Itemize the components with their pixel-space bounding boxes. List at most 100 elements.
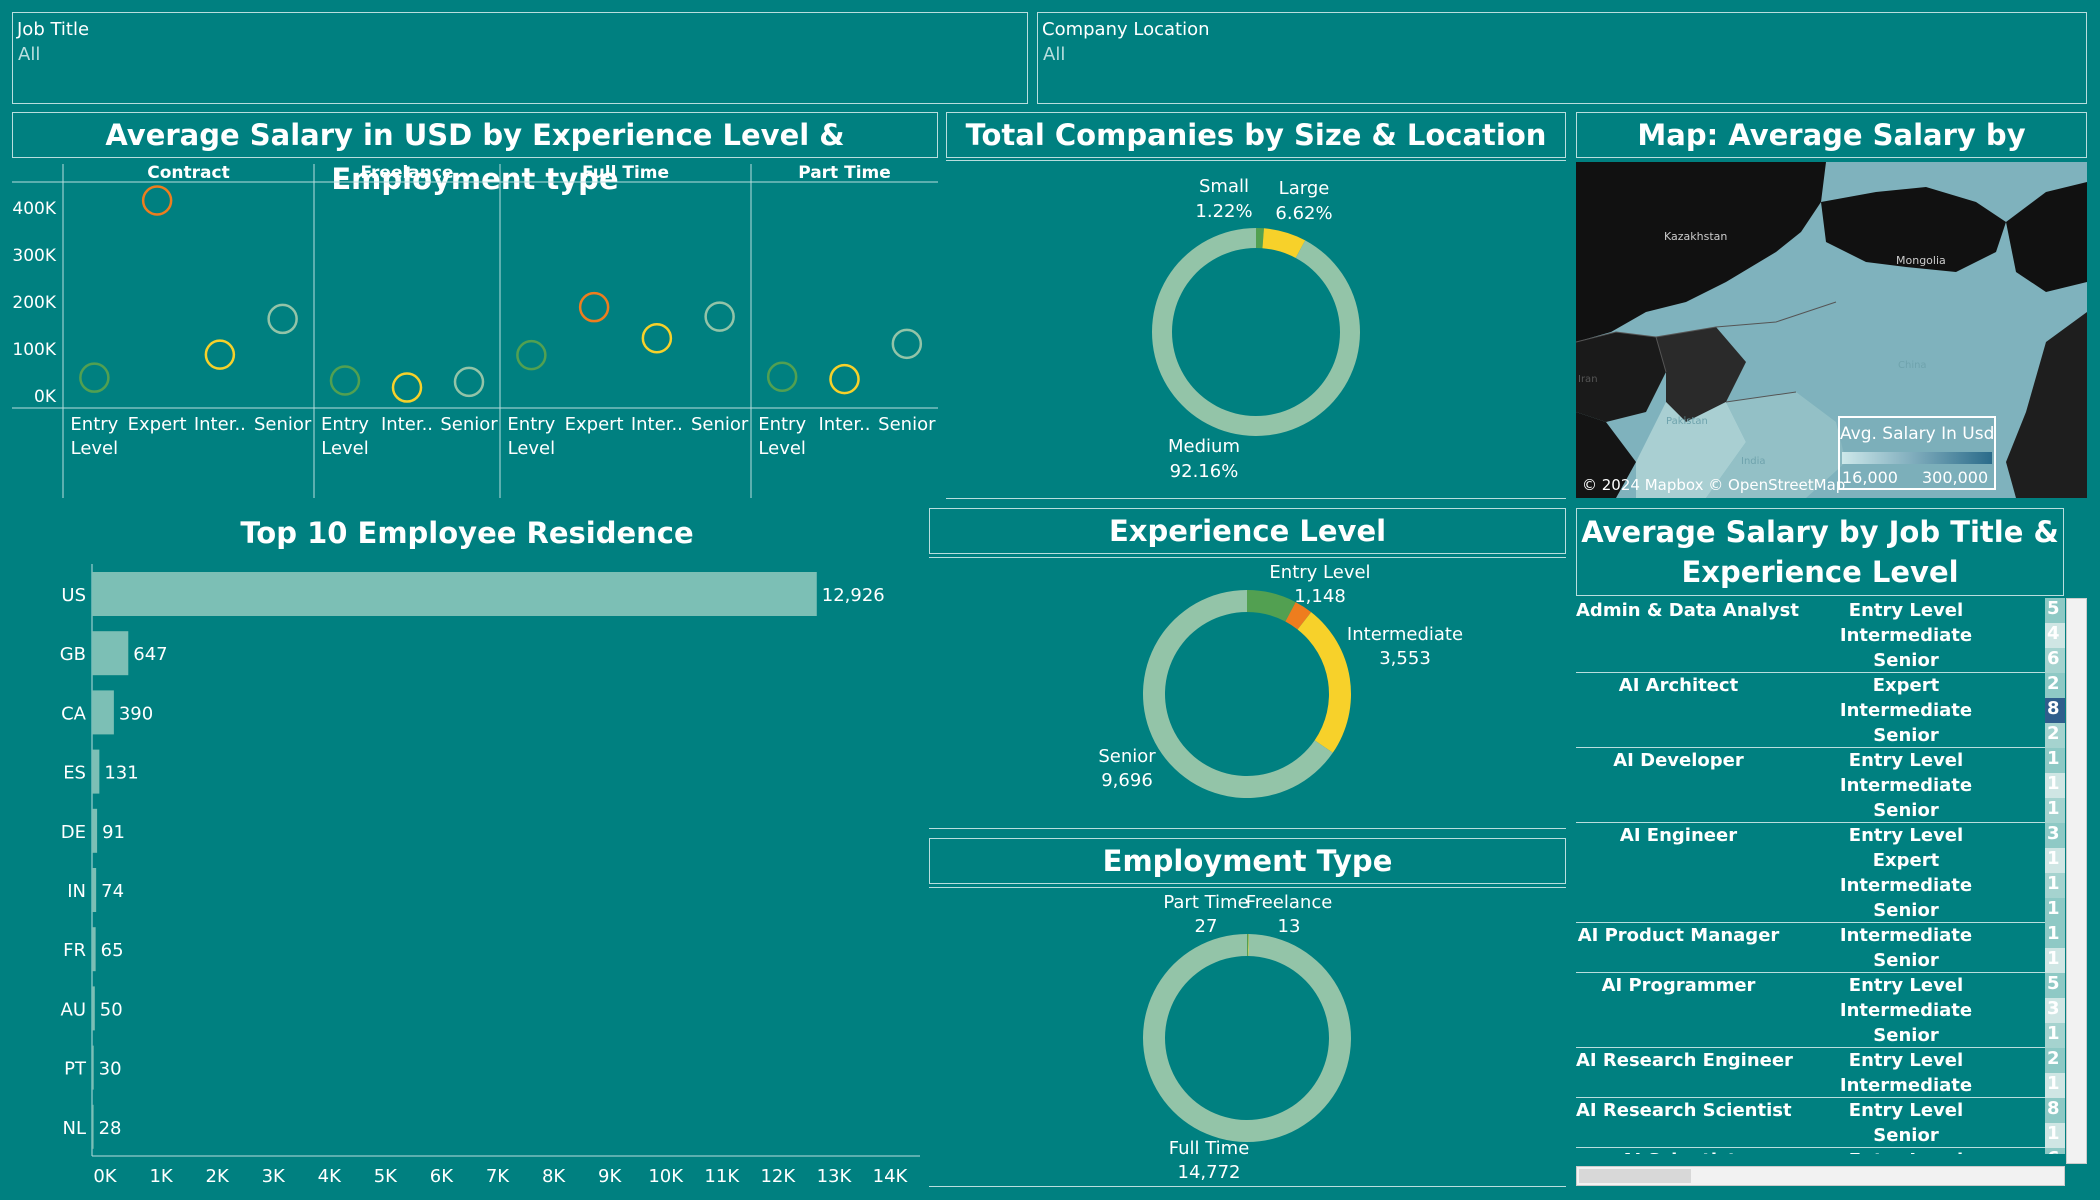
map-attribution[interactable]: © 2024 Mapbox © OpenStreetMap: [1582, 476, 1845, 494]
scatter-point: [79, 362, 110, 393]
residence-bar: [92, 631, 129, 676]
companies-top-divider: [946, 160, 1566, 161]
map-legend-ramp: [1842, 452, 1992, 464]
salary-value-cell: 3: [2045, 823, 2065, 848]
map-label-mongolia: Mongolia: [1896, 254, 1946, 267]
bar-category-label: PT: [64, 1059, 87, 1080]
scatter-x-tick-label: Expert: [565, 414, 624, 435]
map-legend[interactable]: Avg. Salary In Usd 16,000 300,000: [1838, 416, 1996, 490]
salary-value-cell: 1: [2045, 923, 2065, 948]
scatter-x-tick-label: Senior: [878, 414, 936, 435]
salary-value-cell: 1: [2045, 773, 2065, 798]
table-horizontal-scrollbar[interactable]: [1576, 1166, 2065, 1186]
experience-slice-value: 3,553: [1379, 648, 1431, 669]
salary-value-cell: 1: [2045, 898, 2065, 923]
scatter-x-tick-label: Senior: [691, 414, 749, 435]
salary-map[interactable]: Kazakhstan Mongolia China Iran Pakistan …: [1576, 162, 2087, 498]
map-label-iran: Iran: [1578, 374, 1598, 385]
salary-value-cell: 1: [2045, 798, 2065, 823]
jobtable-panel-title: Average Salary by Job Title & Experience…: [1576, 508, 2064, 596]
table-vertical-scrollbar[interactable]: [2066, 598, 2087, 1164]
companies-bottom-divider: [946, 498, 1566, 499]
residence-bar: [92, 749, 100, 794]
job-title-filter-value[interactable]: All: [18, 44, 40, 65]
salary-scatter-chart: 400K 300K 200K 100K 0K Contract Entry Level Expe…: [12, 163, 938, 498]
salary-value-cell: 1: [2045, 948, 2065, 973]
experience-level-cell: Senior: [1873, 900, 1939, 921]
scatter-point: [204, 339, 236, 370]
bar-value-label: 50: [100, 999, 123, 1020]
employment-panel-title: Employment Type: [929, 838, 1566, 884]
experience-level-cell: Entry Level: [1848, 825, 1964, 846]
map-label-pakistan: Pakistan: [1666, 416, 1708, 427]
company-location-filter-label: Company Location: [1042, 19, 1210, 40]
job-table-group[interactable]: AI Architect Expert 2 Intermediate 8 Senior 2: [1576, 673, 2065, 748]
experience-level-cell: Intermediate: [1839, 775, 1973, 796]
scatter-x-tick-label: Entry: [758, 414, 806, 435]
map-label-kazakhstan: Kazakhstan: [1664, 230, 1727, 243]
companies-slice-name: Medium: [1168, 436, 1240, 457]
salary-value-cell: 3: [2045, 998, 2065, 1023]
map-label-india: India: [1741, 456, 1766, 467]
donut-slice: [1152, 228, 1360, 436]
salary-value-cell: 1: [2045, 873, 2065, 898]
scatter-point: [766, 361, 798, 392]
residence-bar: [92, 986, 95, 1031]
experience-level-cell: Intermediate: [1839, 700, 1973, 721]
scatter-point: [267, 303, 298, 335]
employment-slice-name: Full Time: [1169, 1138, 1250, 1159]
experience-panel-title: Experience Level: [929, 508, 1566, 554]
companies-slice-name: Large: [1279, 178, 1330, 199]
experience-level-cell: Senior: [1873, 1125, 1939, 1146]
bar-value-label: 131: [104, 763, 138, 784]
job-table-group[interactable]: Admin & Data Analyst Entry Level 5 Intermed…: [1576, 598, 2065, 673]
job-title-filter[interactable]: Job Title All: [12, 12, 1028, 104]
bar-x-tick-label: 1K: [149, 1166, 173, 1187]
job-table-group[interactable]: AI Research Scientist Entry Level 8 Senior 1: [1576, 1098, 2065, 1148]
job-table-group[interactable]: AI Product Manager Intermediate 1 Senior 1: [1576, 923, 2065, 973]
map-legend-min: 16,000: [1842, 468, 1898, 487]
experience-level-cell: Senior: [1873, 725, 1939, 746]
bar-value-label: 65: [101, 940, 124, 961]
companies-slice-name: Small: [1199, 176, 1249, 197]
bar-category-label: IN: [67, 881, 86, 902]
salary-value-cell: 1: [2045, 748, 2065, 773]
scatter-x-tick-label: Level: [71, 438, 119, 459]
scatter-x-tick-label: Inter..: [381, 414, 433, 435]
map-canvas: Kazakhstan Mongolia China Iran Pakistan …: [1576, 162, 2087, 498]
experience-level-cell: Entry Level: [1848, 1050, 1964, 1071]
bar-x-tick-label: 12K: [760, 1166, 796, 1187]
experience-level-cell: Senior: [1873, 950, 1939, 971]
bar-x-tick-label: 4K: [318, 1166, 342, 1187]
residence-bar: [92, 868, 97, 912]
job-title-cell: AI Research Scientist: [1576, 1100, 1792, 1121]
job-salary-table[interactable]: Admin & Data Analyst Entry Level 5 Intermed…: [1576, 598, 2065, 1154]
experience-level-cell: Intermediate: [1839, 925, 1973, 946]
salary-value-cell: 1: [2045, 848, 2065, 873]
experience-level-cell: Expert: [1872, 675, 1940, 696]
bar-x-tick-label: 7K: [486, 1166, 510, 1187]
companies-slice-value: 1.22%: [1195, 201, 1252, 222]
employment-slice-value: 14,772: [1178, 1162, 1241, 1183]
job-title-cell: AI Architect: [1618, 675, 1739, 696]
company-location-filter-value[interactable]: All: [1043, 44, 1065, 65]
salary-value-cell: 2: [2045, 1048, 2065, 1073]
company-location-filter[interactable]: Company Location All: [1037, 12, 2087, 104]
job-table-group[interactable]: AI Programmer Entry Level 5 Intermediate 3 Se…: [1576, 973, 2065, 1048]
table-horizontal-scroll-thumb[interactable]: [1579, 1169, 1691, 1183]
job-table-group[interactable]: AI Scientist Entry Level 6: [1576, 1148, 2065, 1154]
bar-value-label: 28: [99, 1118, 122, 1139]
job-table-group[interactable]: AI Engineer Entry Level 3 Expert 1 Intermedia…: [1576, 823, 2065, 923]
scatter-y-tick-label: 200K: [12, 293, 56, 313]
companies-donut-chart: Small 1.22% Large 6.62% Medium 92.16%: [1152, 176, 1360, 482]
bar-value-label: 647: [133, 644, 167, 665]
experience-slice-name: Senior: [1098, 746, 1156, 767]
experience-slice-name: Intermediate: [1347, 624, 1463, 645]
experience-level-cell: Senior: [1873, 1025, 1939, 1046]
job-table-group[interactable]: AI Research Engineer Entry Level 2 Intermed…: [1576, 1048, 2065, 1098]
job-table-group[interactable]: AI Developer Entry Level 1 Intermediate 1 Sen…: [1576, 748, 2065, 823]
scatter-point: [329, 365, 361, 396]
employment-slice-name: Freelance: [1246, 892, 1333, 913]
bar-value-label: 12,926: [822, 585, 885, 606]
bar-category-label: NL: [63, 1118, 87, 1139]
